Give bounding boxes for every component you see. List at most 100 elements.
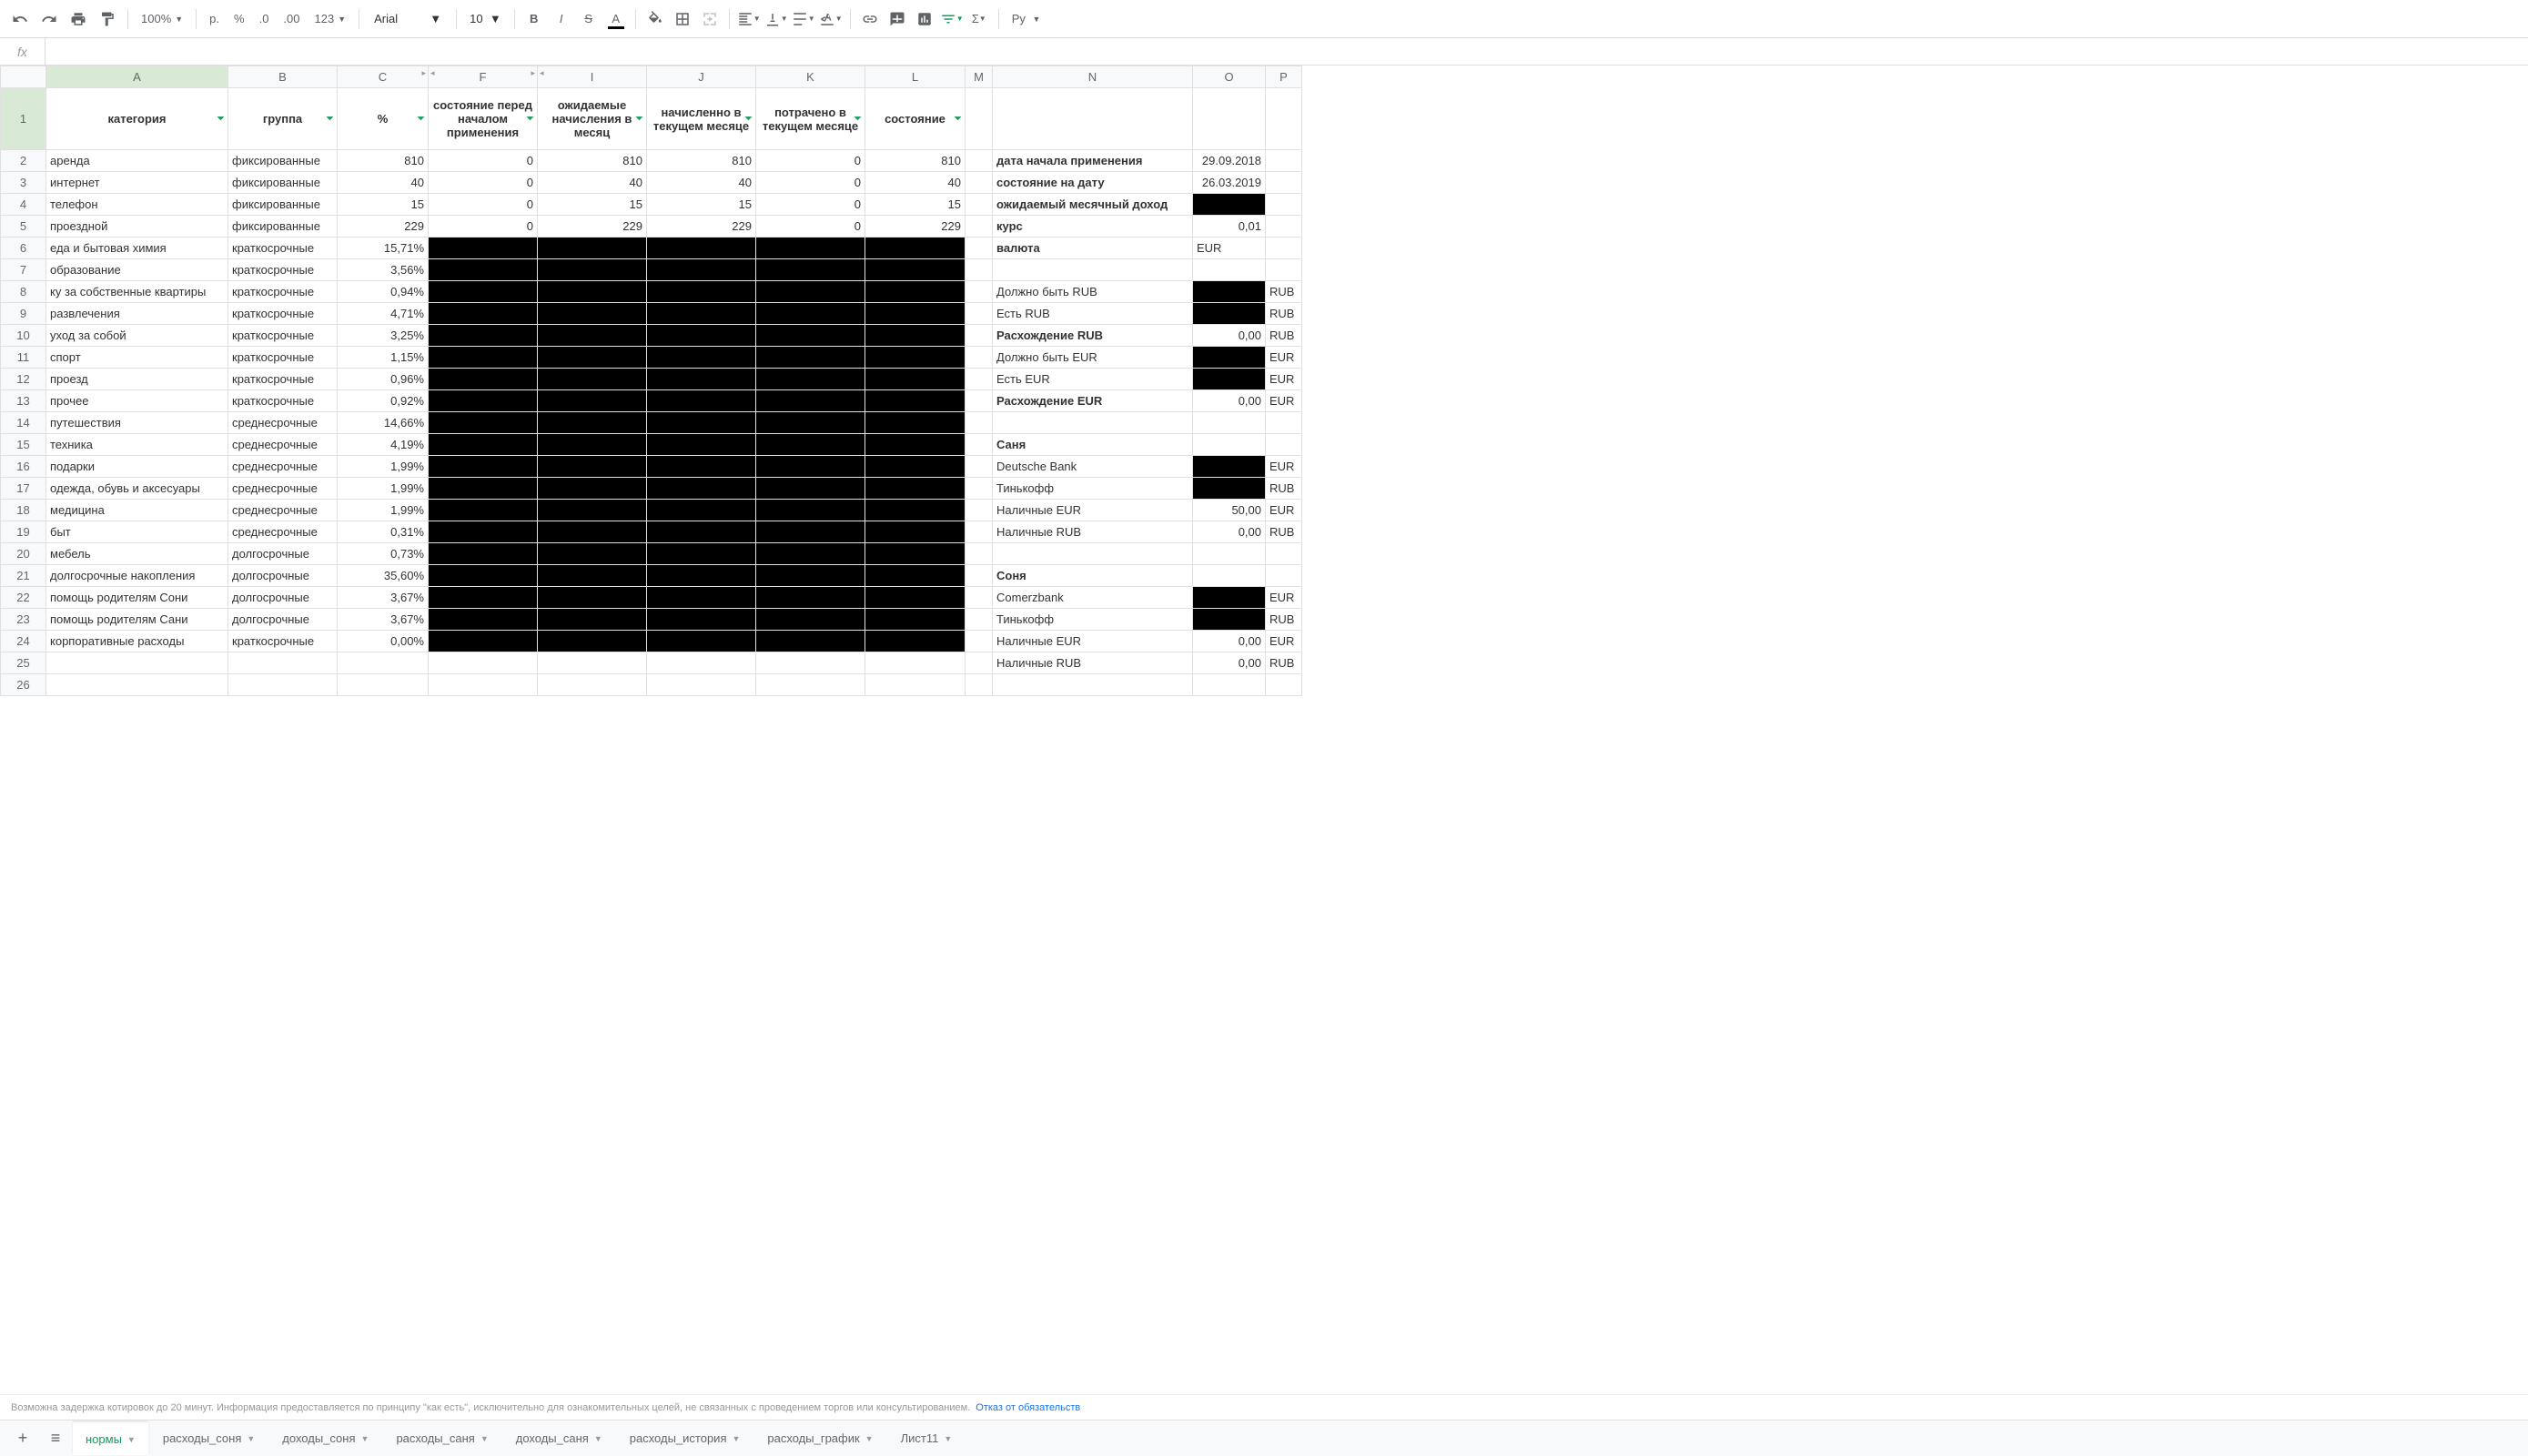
cell-O8[interactable] bbox=[1193, 281, 1266, 303]
cell-K1[interactable]: потрачено в текущем месяце⏷ bbox=[756, 88, 865, 150]
cell-A19[interactable]: быт bbox=[46, 521, 228, 543]
cell-I2[interactable]: 810 bbox=[538, 150, 647, 172]
cell-O24[interactable]: 0,00 bbox=[1193, 631, 1266, 652]
cell-M18[interactable] bbox=[966, 500, 993, 521]
column-header-C[interactable]: C▸ bbox=[338, 66, 429, 88]
column-header-A[interactable]: A bbox=[46, 66, 228, 88]
cell-F2[interactable]: 0 bbox=[429, 150, 538, 172]
cell-B20[interactable]: долгосрочные bbox=[228, 543, 338, 565]
cell-M1[interactable] bbox=[966, 88, 993, 150]
cell-N21[interactable]: Соня bbox=[993, 565, 1193, 587]
cell-K26[interactable] bbox=[756, 674, 865, 696]
bold-button[interactable]: B bbox=[522, 7, 546, 31]
text-color-button[interactable]: A bbox=[604, 7, 628, 31]
row-header-21[interactable]: 21 bbox=[1, 565, 46, 587]
disclaimer-link[interactable]: Отказ от обязательств bbox=[976, 1402, 1080, 1413]
cell-O18[interactable]: 50,00 bbox=[1193, 500, 1266, 521]
cell-I24[interactable] bbox=[538, 631, 647, 652]
cell-I8[interactable] bbox=[538, 281, 647, 303]
sheet-tab-расходы_история[interactable]: расходы_история▼ bbox=[617, 1422, 753, 1455]
cell-I10[interactable] bbox=[538, 325, 647, 347]
cell-J19[interactable] bbox=[647, 521, 756, 543]
cell-P12[interactable]: EUR bbox=[1266, 369, 1302, 390]
cell-O14[interactable] bbox=[1193, 412, 1266, 434]
cell-J16[interactable] bbox=[647, 456, 756, 478]
undo-button[interactable] bbox=[7, 6, 33, 32]
cell-K20[interactable] bbox=[756, 543, 865, 565]
cell-N24[interactable]: Наличные EUR bbox=[993, 631, 1193, 652]
cell-L17[interactable] bbox=[865, 478, 966, 500]
row-header-10[interactable]: 10 bbox=[1, 325, 46, 347]
cell-F1[interactable]: состояние перед началом применения⏷ bbox=[429, 88, 538, 150]
cell-C16[interactable]: 1,99% bbox=[338, 456, 429, 478]
cell-F14[interactable] bbox=[429, 412, 538, 434]
cell-C23[interactable]: 3,67% bbox=[338, 609, 429, 631]
cell-F10[interactable] bbox=[429, 325, 538, 347]
cell-P25[interactable]: RUB bbox=[1266, 652, 1302, 674]
cell-C2[interactable]: 810 bbox=[338, 150, 429, 172]
cell-M20[interactable] bbox=[966, 543, 993, 565]
cell-K8[interactable] bbox=[756, 281, 865, 303]
row-header-14[interactable]: 14 bbox=[1, 412, 46, 434]
cell-A4[interactable]: телефон bbox=[46, 194, 228, 216]
cell-I21[interactable] bbox=[538, 565, 647, 587]
spreadsheet-area[interactable]: ABC▸F▸◂I◂JKLMNOP 1категория⏷группа⏷%⏷сос… bbox=[0, 66, 2528, 1394]
cell-J3[interactable]: 40 bbox=[647, 172, 756, 194]
cell-F19[interactable] bbox=[429, 521, 538, 543]
cell-F16[interactable] bbox=[429, 456, 538, 478]
cell-N22[interactable]: Comerzbank bbox=[993, 587, 1193, 609]
cell-I18[interactable] bbox=[538, 500, 647, 521]
cell-M14[interactable] bbox=[966, 412, 993, 434]
cell-K25[interactable] bbox=[756, 652, 865, 674]
cell-A21[interactable]: долгосрочные накопления bbox=[46, 565, 228, 587]
filter-icon[interactable]: ⏷ bbox=[417, 113, 425, 125]
cell-B10[interactable]: краткосрочные bbox=[228, 325, 338, 347]
cell-N16[interactable]: Deutsche Bank bbox=[993, 456, 1193, 478]
cell-P3[interactable] bbox=[1266, 172, 1302, 194]
cell-F23[interactable] bbox=[429, 609, 538, 631]
cell-I26[interactable] bbox=[538, 674, 647, 696]
cell-P8[interactable]: RUB bbox=[1266, 281, 1302, 303]
insert-comment-button[interactable] bbox=[885, 7, 909, 31]
cell-A20[interactable]: мебель bbox=[46, 543, 228, 565]
row-header-26[interactable]: 26 bbox=[1, 674, 46, 696]
cell-O1[interactable] bbox=[1193, 88, 1266, 150]
cell-L21[interactable] bbox=[865, 565, 966, 587]
cell-A12[interactable]: проезд bbox=[46, 369, 228, 390]
cell-P21[interactable] bbox=[1266, 565, 1302, 587]
font-select[interactable]: Arial▼ bbox=[367, 12, 449, 25]
row-header-24[interactable]: 24 bbox=[1, 631, 46, 652]
cell-C24[interactable]: 0,00% bbox=[338, 631, 429, 652]
all-sheets-button[interactable]: ≡ bbox=[40, 1423, 71, 1454]
column-header-F[interactable]: F▸◂ bbox=[429, 66, 538, 88]
cell-N19[interactable]: Наличные RUB bbox=[993, 521, 1193, 543]
cell-C6[interactable]: 15,71% bbox=[338, 238, 429, 259]
cell-K6[interactable] bbox=[756, 238, 865, 259]
cell-L14[interactable] bbox=[865, 412, 966, 434]
cell-N26[interactable] bbox=[993, 674, 1193, 696]
cell-P24[interactable]: EUR bbox=[1266, 631, 1302, 652]
cell-C18[interactable]: 1,99% bbox=[338, 500, 429, 521]
cell-A1[interactable]: категория⏷ bbox=[46, 88, 228, 150]
filter-icon[interactable]: ⏷ bbox=[326, 113, 334, 125]
cell-I19[interactable] bbox=[538, 521, 647, 543]
row-header-23[interactable]: 23 bbox=[1, 609, 46, 631]
cell-O3[interactable]: 26.03.2019 bbox=[1193, 172, 1266, 194]
filter-icon[interactable]: ⏷ bbox=[217, 113, 225, 125]
cell-I6[interactable] bbox=[538, 238, 647, 259]
cell-J17[interactable] bbox=[647, 478, 756, 500]
cell-M26[interactable] bbox=[966, 674, 993, 696]
row-header-15[interactable]: 15 bbox=[1, 434, 46, 456]
cell-K9[interactable] bbox=[756, 303, 865, 325]
cell-F24[interactable] bbox=[429, 631, 538, 652]
row-header-19[interactable]: 19 bbox=[1, 521, 46, 543]
row-header-16[interactable]: 16 bbox=[1, 456, 46, 478]
row-header-4[interactable]: 4 bbox=[1, 194, 46, 216]
cell-K3[interactable]: 0 bbox=[756, 172, 865, 194]
cell-A18[interactable]: медицина bbox=[46, 500, 228, 521]
cell-B4[interactable]: фиксированные bbox=[228, 194, 338, 216]
cell-J15[interactable] bbox=[647, 434, 756, 456]
input-language-select[interactable]: Ру ▼ bbox=[1006, 12, 1047, 25]
cell-K10[interactable] bbox=[756, 325, 865, 347]
print-button[interactable] bbox=[66, 6, 91, 32]
